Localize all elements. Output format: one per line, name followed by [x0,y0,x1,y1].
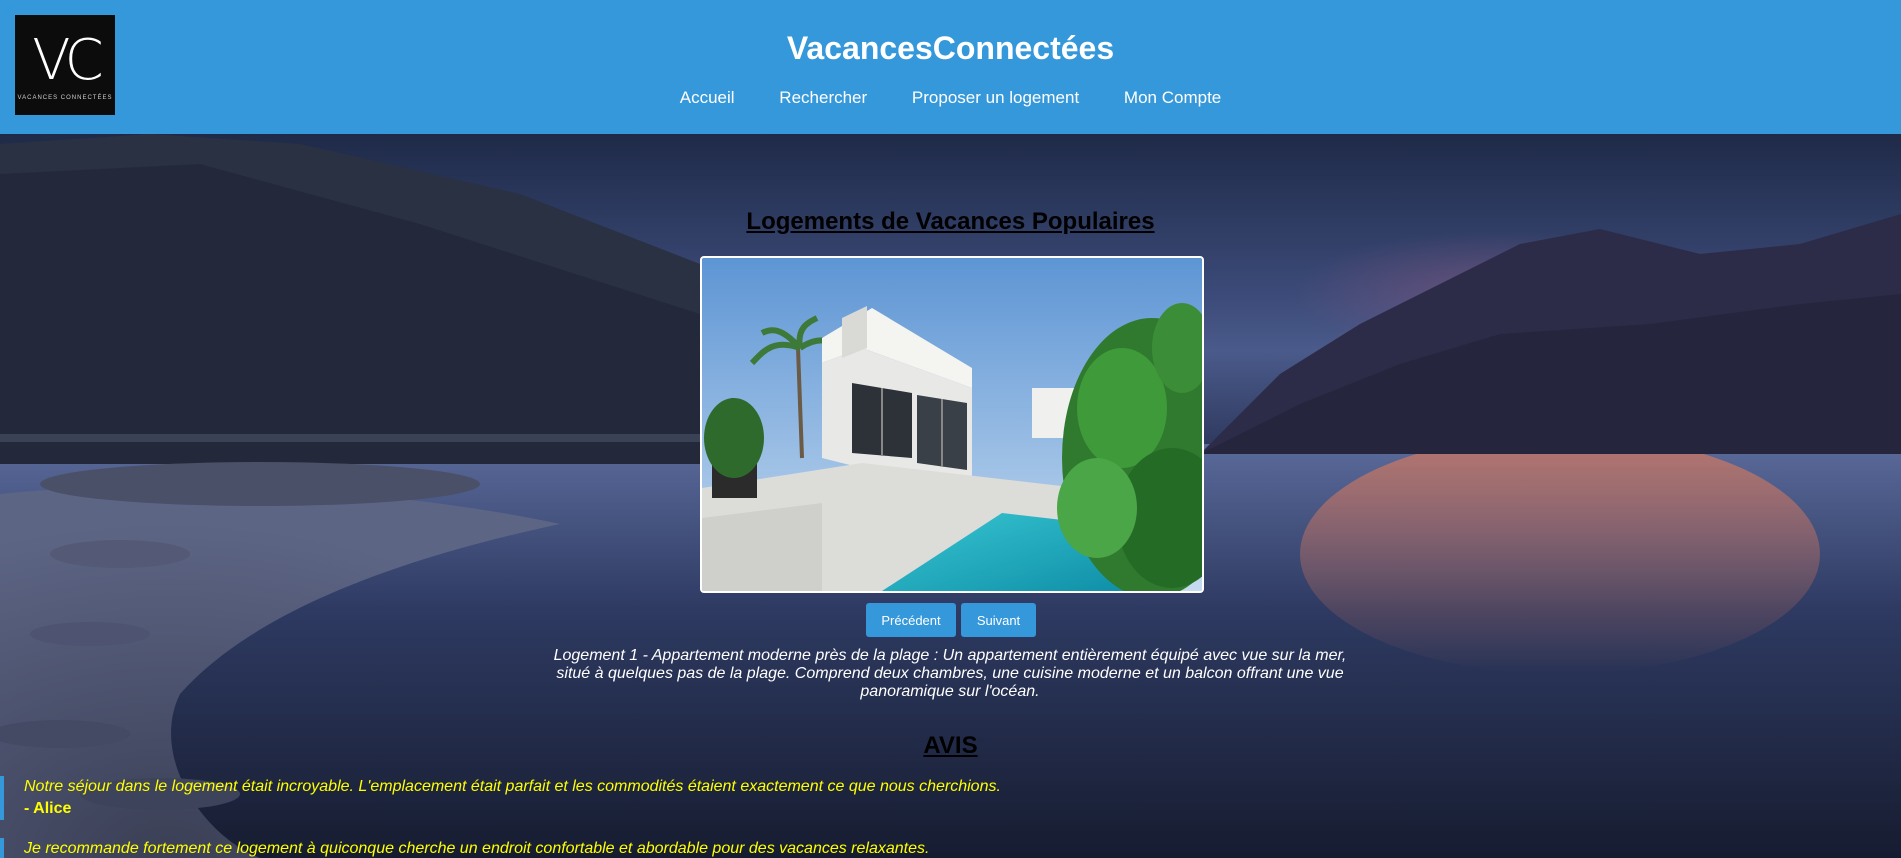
nav-proposer-logement[interactable]: Proposer un logement [912,88,1079,107]
review-text: Je recommande fortement ce logement à qu… [24,840,930,857]
nav-rechercher[interactable]: Rechercher [779,88,867,107]
nav-mon-compte[interactable]: Mon Compte [1124,88,1221,107]
site-title: VacancesConnectées [786,30,1115,66]
review-text: Notre séjour dans le logement était incr… [24,778,1001,795]
site-header: VC VACANCES CONNECTÉES VacancesConnectée… [0,0,1901,134]
villa-pool-illustration [702,258,1202,591]
nav-accueil[interactable]: Accueil [680,88,735,107]
review-item: Notre séjour dans le logement était incr… [0,776,1001,820]
review-item: Je recommande fortement ce logement à qu… [0,838,929,858]
reviews-title: AVIS [923,732,978,759]
main-nav: Accueil Rechercher Proposer un logement … [0,88,1901,108]
carousel-next-button[interactable]: Suivant [961,603,1036,637]
carousel-image [700,256,1204,593]
section-title: Logements de Vacances Populaires [746,208,1155,235]
review-author: - Alice [24,800,72,817]
carousel-prev-button[interactable]: Précédent [866,603,956,637]
listing-description: Logement 1 - Appartement moderne près de… [553,647,1347,700]
